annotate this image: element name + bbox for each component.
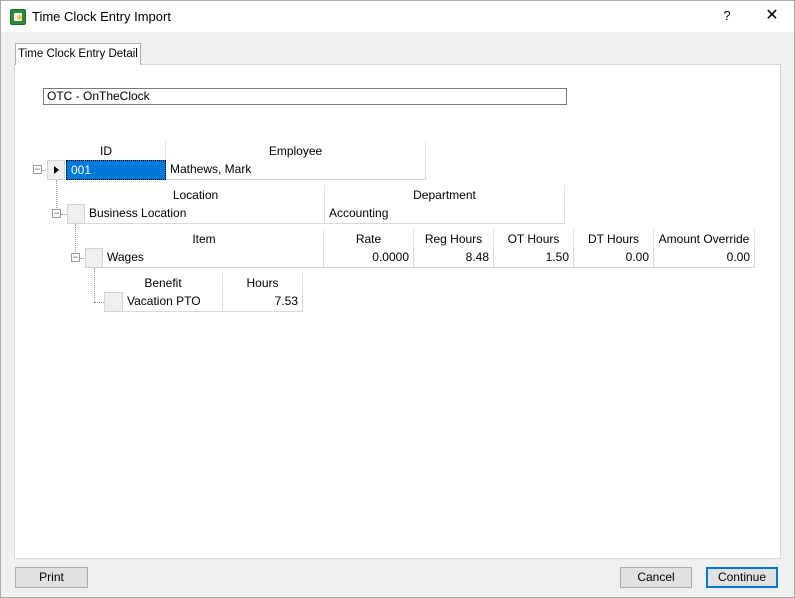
row-selector[interactable] — [104, 292, 123, 312]
cell-benefit-hours[interactable]: 7.53 — [223, 292, 303, 312]
tab-time-clock-entry-detail[interactable]: Time Clock Entry Detail — [15, 43, 141, 65]
row-pointer-icon — [54, 166, 59, 174]
dialog-window: Time Clock Entry Import ? ✕ Time Clock E… — [0, 0, 795, 598]
cell-dt-hours[interactable]: 0.00 — [574, 248, 654, 268]
collapse-icon[interactable]: − — [71, 253, 80, 262]
cell-location[interactable]: Business Location — [85, 204, 325, 224]
cancel-button[interactable]: Cancel — [620, 567, 692, 588]
column-header-employee[interactable]: Employee — [166, 141, 426, 161]
app-icon — [10, 9, 26, 25]
cell-ot-hours[interactable]: 1.50 — [494, 248, 574, 268]
cell-reg-hours[interactable]: 8.48 — [414, 248, 494, 268]
cell-amount-override[interactable]: 0.00 — [654, 248, 755, 268]
tree-connector — [94, 302, 104, 303]
column-header-benefit[interactable]: Benefit — [104, 273, 223, 293]
column-header-ot-hours[interactable]: OT Hours — [494, 229, 574, 249]
row-selector[interactable] — [85, 248, 103, 268]
column-header-id[interactable]: ID — [47, 141, 166, 161]
column-header-department[interactable]: Department — [325, 185, 565, 205]
print-button[interactable]: Print — [15, 567, 88, 588]
cell-department[interactable]: Accounting — [325, 204, 565, 224]
cell-employee-name[interactable]: Mathews, Mark — [166, 160, 426, 180]
column-header-amount-override[interactable]: Amount Override — [654, 229, 755, 249]
column-header-location[interactable]: Location — [67, 185, 325, 205]
help-button[interactable]: ? — [713, 2, 741, 30]
cell-rate[interactable]: 0.0000 — [324, 248, 414, 268]
column-header-reg-hours[interactable]: Reg Hours — [414, 229, 494, 249]
close-button[interactable]: ✕ — [758, 2, 786, 30]
title-bar: Time Clock Entry Import ? ✕ — [1, 1, 794, 32]
window-title: Time Clock Entry Import — [32, 9, 171, 24]
source-field[interactable]: OTC - OnTheClock — [43, 88, 567, 105]
row-selector[interactable] — [67, 204, 85, 224]
column-header-dt-hours[interactable]: DT Hours — [574, 229, 654, 249]
tree-connector — [94, 268, 95, 302]
collapse-icon[interactable]: − — [33, 165, 42, 174]
cell-item[interactable]: Wages — [103, 248, 324, 268]
cell-employee-id[interactable]: 001 — [66, 160, 166, 180]
column-header-item[interactable]: Item — [85, 229, 324, 249]
continue-button[interactable]: Continue — [706, 567, 778, 588]
column-header-hours[interactable]: Hours — [223, 273, 303, 293]
column-header-rate[interactable]: Rate — [324, 229, 414, 249]
collapse-icon[interactable]: − — [52, 209, 61, 218]
cell-benefit[interactable]: Vacation PTO — [123, 292, 223, 312]
